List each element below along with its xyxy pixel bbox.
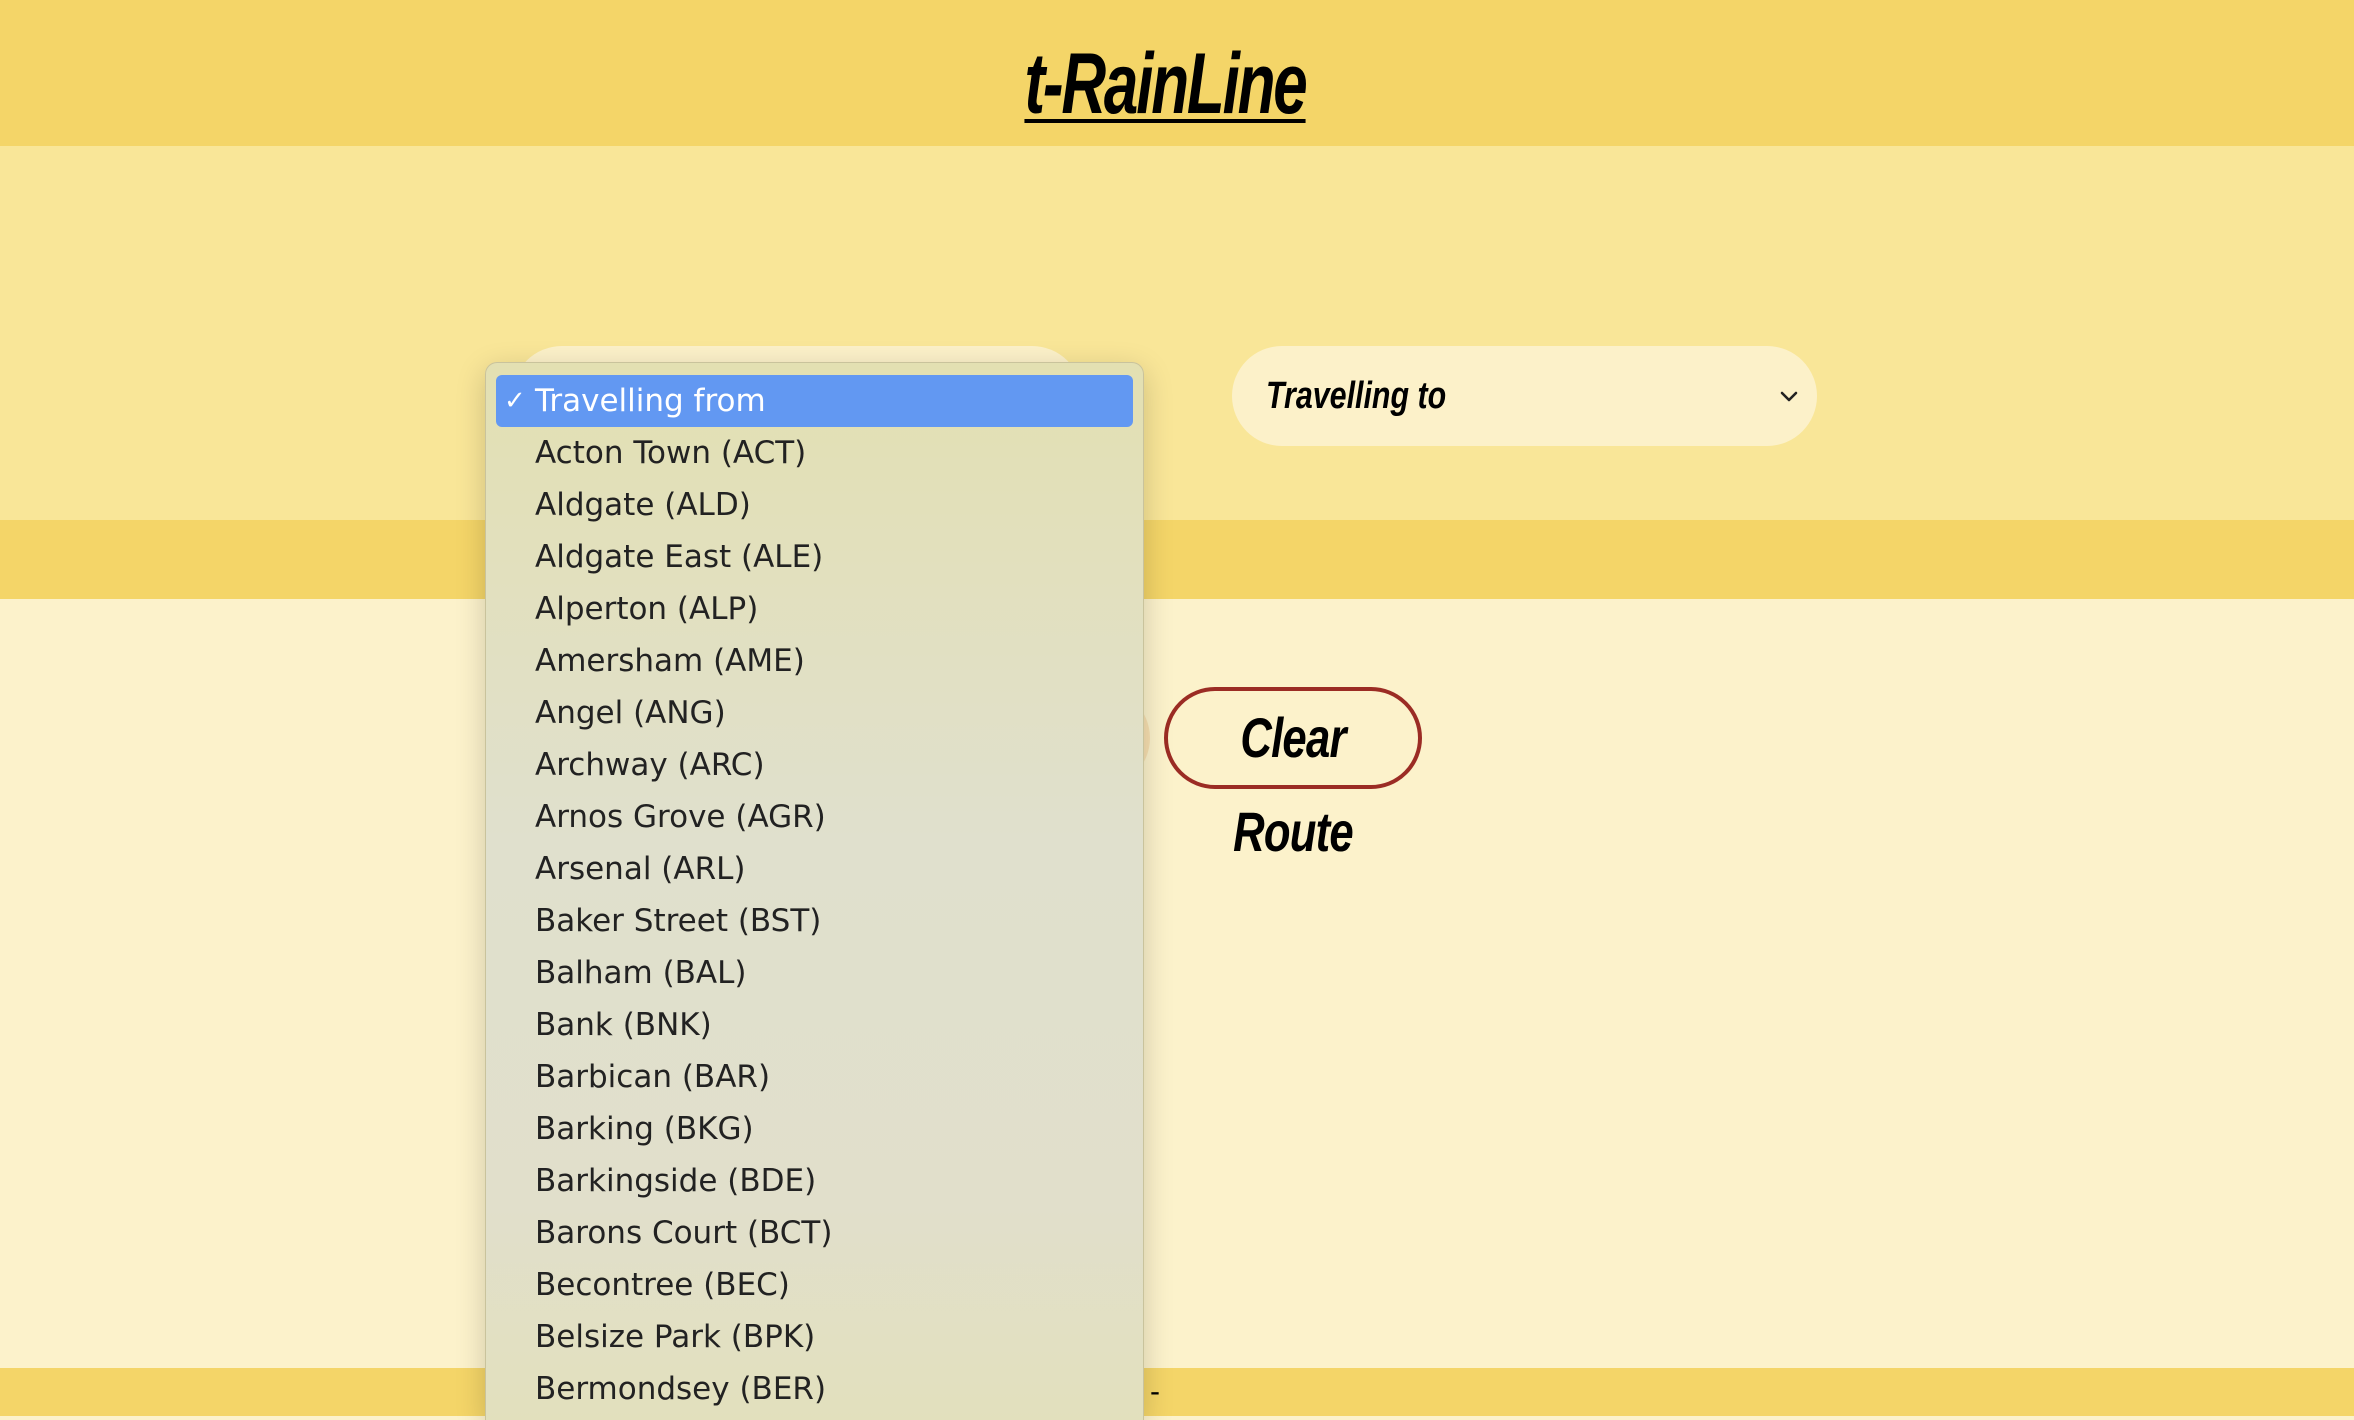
dropdown-option[interactable]: Bermondsey (BER): [486, 1363, 1143, 1415]
dropdown-option[interactable]: Arnos Grove (AGR): [486, 791, 1143, 843]
check-icon: ✓: [504, 386, 526, 416]
dropdown-option[interactable]: Barking (BKG): [486, 1103, 1143, 1155]
dropdown-option[interactable]: Arsenal (ARL): [486, 843, 1143, 895]
dropdown-option-label: Aldgate East (ALE): [535, 539, 824, 575]
dropdown-option[interactable]: Balham (BAL): [486, 947, 1143, 999]
travelling-to-label: Travelling to: [1266, 375, 1447, 417]
search-section: [0, 146, 2354, 520]
dropdown-option-label: Alperton (ALP): [535, 591, 759, 627]
footer-text: -: [1150, 1375, 1160, 1408]
dropdown-option[interactable]: Becontree (BEC): [486, 1259, 1143, 1311]
dropdown-option-label: Arsenal (ARL): [535, 851, 746, 887]
dropdown-option-selected[interactable]: ✓ Travelling from: [496, 375, 1133, 427]
dropdown-option-label: Barons Court (BCT): [535, 1215, 833, 1251]
header-bar: t-RainLine: [0, 0, 2354, 146]
dropdown-option-label: Belsize Park (BPK): [535, 1319, 816, 1355]
dropdown-option-label: Acton Town (ACT): [535, 435, 807, 471]
dropdown-option[interactable]: Angel (ANG): [486, 687, 1143, 739]
dropdown-option-label: Bermondsey (BER): [535, 1371, 827, 1407]
dropdown-option-label: Barking (BKG): [535, 1111, 754, 1147]
dropdown-option[interactable]: Aldgate (ALD): [486, 479, 1143, 531]
dropdown-option[interactable]: Baker Street (BST): [486, 895, 1143, 947]
dropdown-option[interactable]: Alperton (ALP): [486, 583, 1143, 635]
chevron-down-icon: [1780, 391, 1798, 402]
dropdown-option-label: Travelling from: [535, 383, 766, 419]
dropdown-option-label: Angel (ANG): [535, 695, 726, 731]
dropdown-option[interactable]: Amersham (AME): [486, 635, 1143, 687]
dropdown-option[interactable]: Barons Court (BCT): [486, 1207, 1143, 1259]
dropdown-option[interactable]: Archway (ARC): [486, 739, 1143, 791]
clear-route-label: Clear Route: [1233, 706, 1354, 863]
dropdown-option-label: Bank (BNK): [535, 1007, 712, 1043]
dropdown-option-label: Aldgate (ALD): [535, 487, 751, 523]
dropdown-option-label: Baker Street (BST): [535, 903, 822, 939]
footer-bar: [0, 1368, 2354, 1416]
dropdown-option-label: Becontree (BEC): [535, 1267, 790, 1303]
dropdown-option-label: Arnos Grove (AGR): [535, 799, 826, 835]
dropdown-options-list: ✓ Travelling from Acton Town (ACT) Aldgate …: [486, 375, 1143, 1415]
travelling-to-select[interactable]: Travelling to: [1232, 346, 1817, 446]
dropdown-option[interactable]: Barkingside (BDE): [486, 1155, 1143, 1207]
clear-route-button[interactable]: Clear Route: [1164, 687, 1422, 863]
dropdown-option-label: Barkingside (BDE): [535, 1163, 817, 1199]
dropdown-option[interactable]: Bank (BNK): [486, 999, 1143, 1051]
travelling-from-dropdown[interactable]: ✓ Travelling from Acton Town (ACT) Aldgate …: [485, 362, 1144, 1420]
dropdown-option-label: Barbican (BAR): [535, 1059, 771, 1095]
app-title[interactable]: t-RainLine: [326, 34, 2004, 134]
dropdown-option[interactable]: Acton Town (ACT): [486, 427, 1143, 479]
dropdown-option-label: Amersham (AME): [535, 643, 805, 679]
dropdown-option[interactable]: Aldgate East (ALE): [486, 531, 1143, 583]
dropdown-option[interactable]: Barbican (BAR): [486, 1051, 1143, 1103]
dropdown-option[interactable]: Belsize Park (BPK): [486, 1311, 1143, 1363]
divider-band: [0, 520, 2354, 599]
dropdown-option-label: Balham (BAL): [535, 955, 747, 991]
dropdown-option-label: Archway (ARC): [535, 747, 765, 783]
